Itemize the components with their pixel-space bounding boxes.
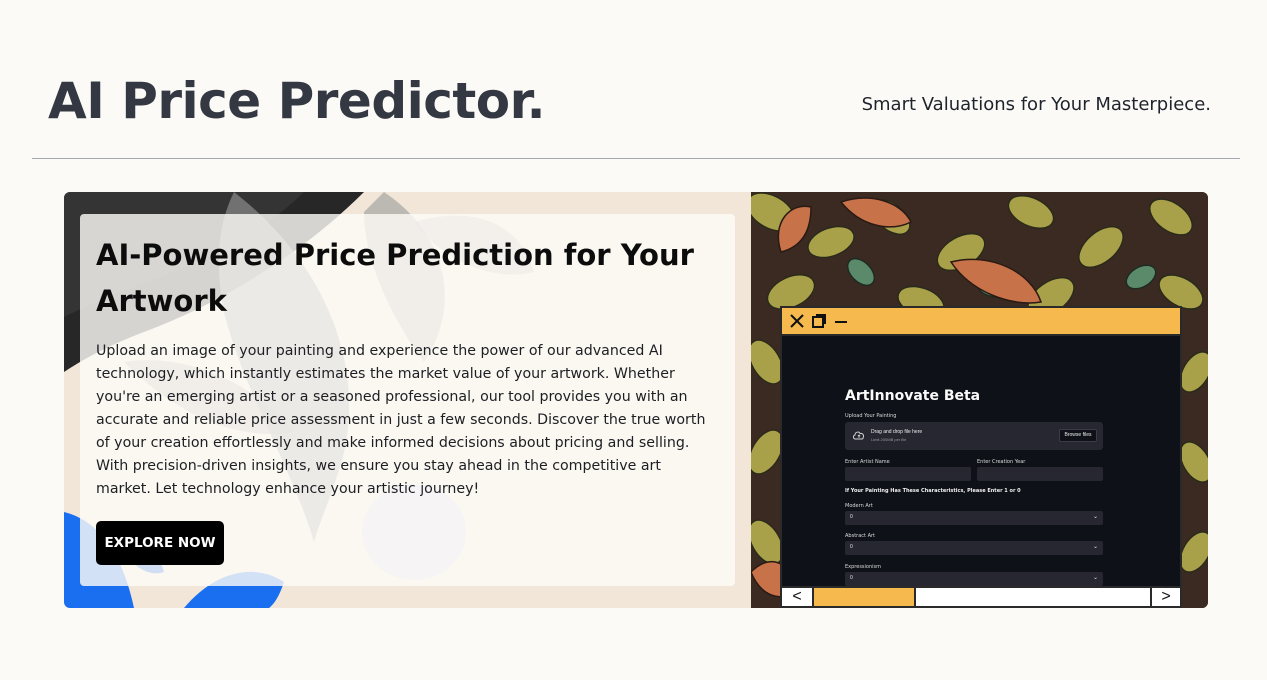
creation-year-input[interactable] bbox=[977, 467, 1103, 481]
select-value: 0 bbox=[850, 575, 853, 581]
site-title: AI Price Predictor. bbox=[48, 72, 546, 130]
abstract-art-label: Abstract Art bbox=[845, 533, 876, 539]
minimize-icon[interactable] bbox=[832, 312, 850, 330]
browse-files-button[interactable]: Browse files bbox=[1059, 429, 1097, 442]
artist-name-input[interactable] bbox=[845, 467, 971, 481]
upload-label: Upload Your Painting bbox=[845, 413, 897, 419]
select-value: 0 bbox=[850, 544, 853, 550]
chevron-down-icon: ⌄ bbox=[1092, 544, 1098, 550]
expressionism-select[interactable]: 0 ⌄ bbox=[845, 572, 1103, 586]
window-title-bar bbox=[782, 308, 1180, 336]
chevron-down-icon: ⌄ bbox=[1092, 575, 1098, 581]
app-preview-window: ArtInnovate Beta Upload Your Painting Dr… bbox=[780, 306, 1182, 608]
cloud-upload-icon bbox=[852, 431, 865, 440]
scroll-thumb[interactable] bbox=[812, 588, 916, 606]
header-divider bbox=[32, 158, 1240, 159]
app-screenshot: ArtInnovate Beta Upload Your Painting Dr… bbox=[782, 338, 1180, 586]
expressionism-label: Expressionism bbox=[845, 564, 882, 570]
file-dropzone[interactable]: Drag and drop file here Limit 200MB per … bbox=[845, 422, 1103, 450]
creation-year-label: Enter Creation Year bbox=[977, 459, 1026, 465]
characteristics-prompt: If Your Painting Has These Characteristi… bbox=[845, 488, 1021, 494]
modern-art-label: Modern Art bbox=[845, 503, 873, 509]
modern-art-select[interactable]: 0 ⌄ bbox=[845, 511, 1103, 525]
site-header: AI Price Predictor. Smart Valuations for… bbox=[0, 0, 1267, 160]
scroll-right-button[interactable]: > bbox=[1150, 588, 1180, 606]
hero-section: AI-Powered Price Prediction for Your Art… bbox=[64, 192, 1208, 608]
select-value: 0 bbox=[850, 514, 853, 520]
hero-image-panel: ArtInnovate Beta Upload Your Painting Dr… bbox=[751, 192, 1208, 608]
maximize-icon[interactable] bbox=[810, 312, 828, 330]
site-tagline: Smart Valuations for Your Masterpiece. bbox=[861, 94, 1211, 115]
hero-description: Upload an image of your painting and exp… bbox=[96, 343, 706, 497]
artist-name-label: Enter Artist Name bbox=[845, 459, 890, 465]
scroll-left-button[interactable]: < bbox=[782, 588, 812, 606]
dropzone-text: Drag and drop file here bbox=[871, 429, 923, 435]
hero-card: AI-Powered Price Prediction for Your Art… bbox=[80, 214, 735, 586]
close-icon[interactable] bbox=[788, 312, 806, 330]
abstract-art-select[interactable]: 0 ⌄ bbox=[845, 541, 1103, 555]
dropzone-limit: Limit 200MB per file bbox=[871, 437, 907, 442]
horizontal-scrollbar[interactable]: < > bbox=[782, 586, 1180, 606]
hero-left-panel: AI-Powered Price Prediction for Your Art… bbox=[64, 192, 751, 608]
explore-now-button[interactable]: EXPLORE NOW bbox=[96, 521, 224, 565]
hero-heading: AI-Powered Price Prediction for Your Art… bbox=[96, 238, 694, 318]
app-title: ArtInnovate Beta bbox=[845, 388, 981, 404]
chevron-down-icon: ⌄ bbox=[1092, 514, 1098, 520]
